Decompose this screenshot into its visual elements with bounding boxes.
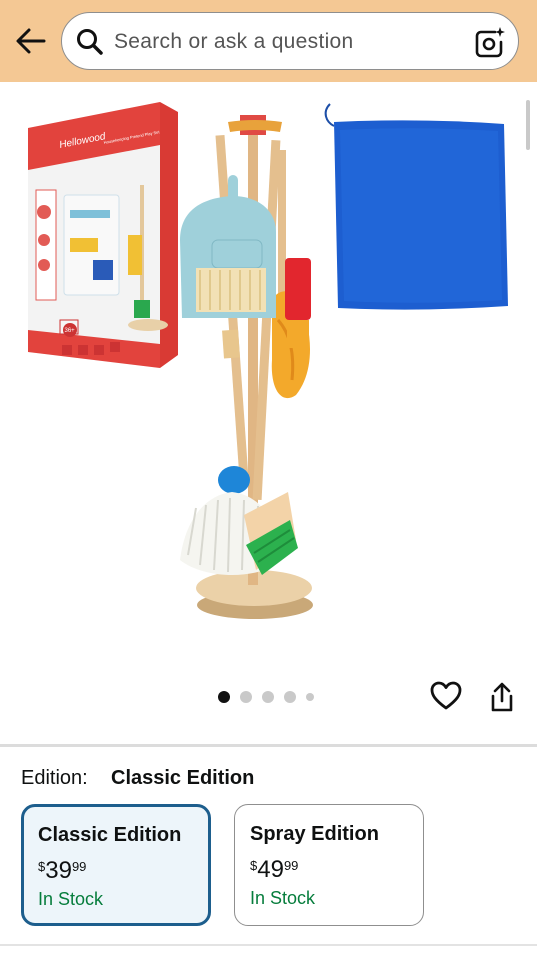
camera-search-icon[interactable] <box>473 26 505 58</box>
scroll-indicator[interactable] <box>526 100 530 150</box>
blue-cloth-image <box>324 103 508 310</box>
stock-status: In Stock <box>250 888 316 908</box>
search-icon <box>77 29 103 55</box>
top-search-bar: Search or ask a question <box>0 0 537 82</box>
carousel-dot-4[interactable] <box>284 691 296 703</box>
search-box[interactable]: Search or ask a question <box>61 12 519 70</box>
edition-option-price: $3999 <box>38 857 87 884</box>
carousel-dot-3[interactable] <box>262 691 274 703</box>
section-divider <box>0 744 537 747</box>
product-image-carousel[interactable]: Hellowood Housekeeping Pretend Play Set … <box>0 82 537 744</box>
product-box-image: Hellowood Housekeeping Pretend Play Set … <box>28 102 178 368</box>
heart-icon[interactable] <box>430 681 462 711</box>
cleaning-stand-image <box>180 115 313 619</box>
bottom-divider <box>0 944 537 946</box>
box-age-text: 36+ <box>65 328 76 334</box>
edition-option-price: $4999 <box>250 856 299 883</box>
image-carousel-dots[interactable] <box>218 690 314 704</box>
share-icon[interactable] <box>488 681 516 713</box>
edition-option-spray[interactable]: Spray Edition $4999 In Stock <box>234 804 424 926</box>
carousel-dot-5[interactable] <box>306 693 314 701</box>
carousel-dot-2[interactable] <box>240 691 252 703</box>
edition-option-classic[interactable]: Classic Edition $3999 In Stock <box>21 804 211 926</box>
arrow-left-icon[interactable] <box>14 26 48 56</box>
stock-status: In Stock <box>38 889 104 909</box>
edition-option-name: Spray Edition <box>250 823 379 845</box>
edition-selected-value: Classic Edition <box>111 767 255 789</box>
edition-label: Edition: <box>21 767 88 789</box>
edition-option-name: Classic Edition <box>38 824 182 846</box>
product-image: Hellowood Housekeeping Pretend Play Set … <box>28 102 508 619</box>
carousel-dot-1[interactable] <box>218 691 230 703</box>
search-input[interactable]: Search or ask a question <box>114 30 354 54</box>
